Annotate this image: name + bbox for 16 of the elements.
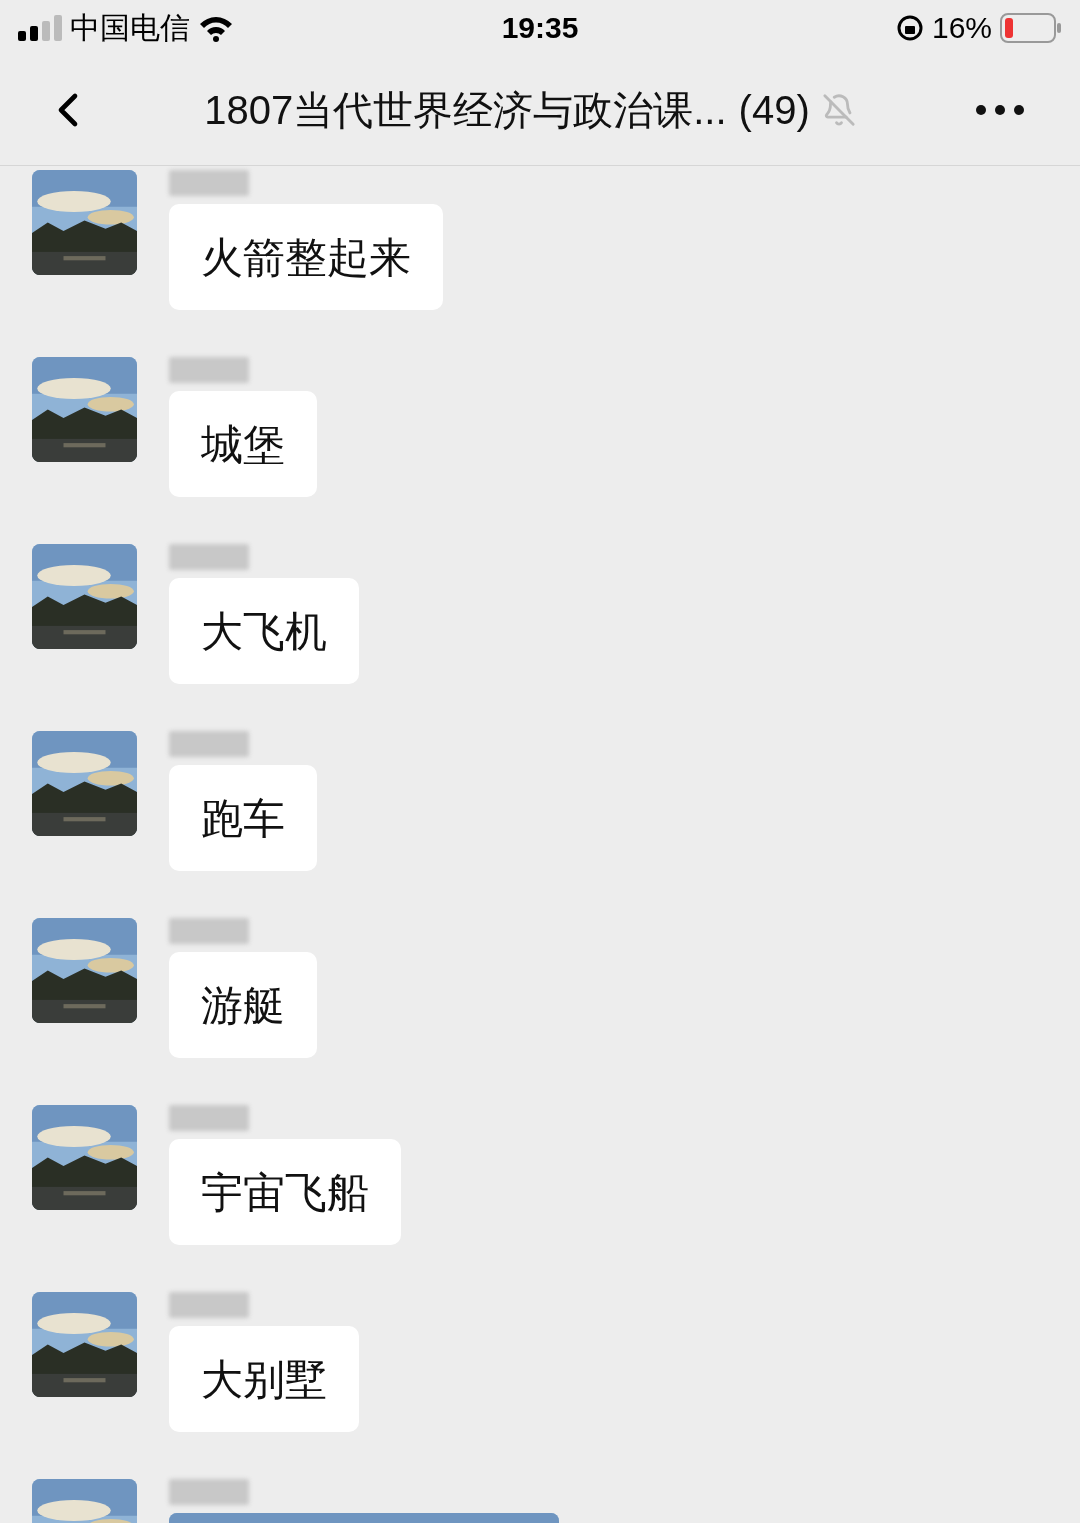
message-bubble: 火箭整起来 xyxy=(169,204,443,310)
message-bubble: 城堡 xyxy=(169,391,317,497)
message-bubble: 大别墅 xyxy=(169,1326,359,1432)
battery-icon xyxy=(1000,12,1062,43)
signal-icon xyxy=(18,14,62,41)
member-count: (49) xyxy=(738,87,810,134)
carrier: 中国电信 xyxy=(70,10,190,46)
message-bubble: 大飞机 xyxy=(169,578,359,684)
message-bubble: 游艇 xyxy=(169,952,317,1058)
more-icon xyxy=(975,104,1025,116)
chat-title: 1807当代世界经济与政治课... xyxy=(204,87,727,134)
battery-percent: 16% xyxy=(931,10,992,46)
clock: 19:35 xyxy=(501,10,579,46)
rotation-lock-icon xyxy=(895,13,924,42)
message-bubble: 跑车 xyxy=(169,765,317,871)
message-bubble: 宇宙飞船 xyxy=(169,1139,401,1245)
